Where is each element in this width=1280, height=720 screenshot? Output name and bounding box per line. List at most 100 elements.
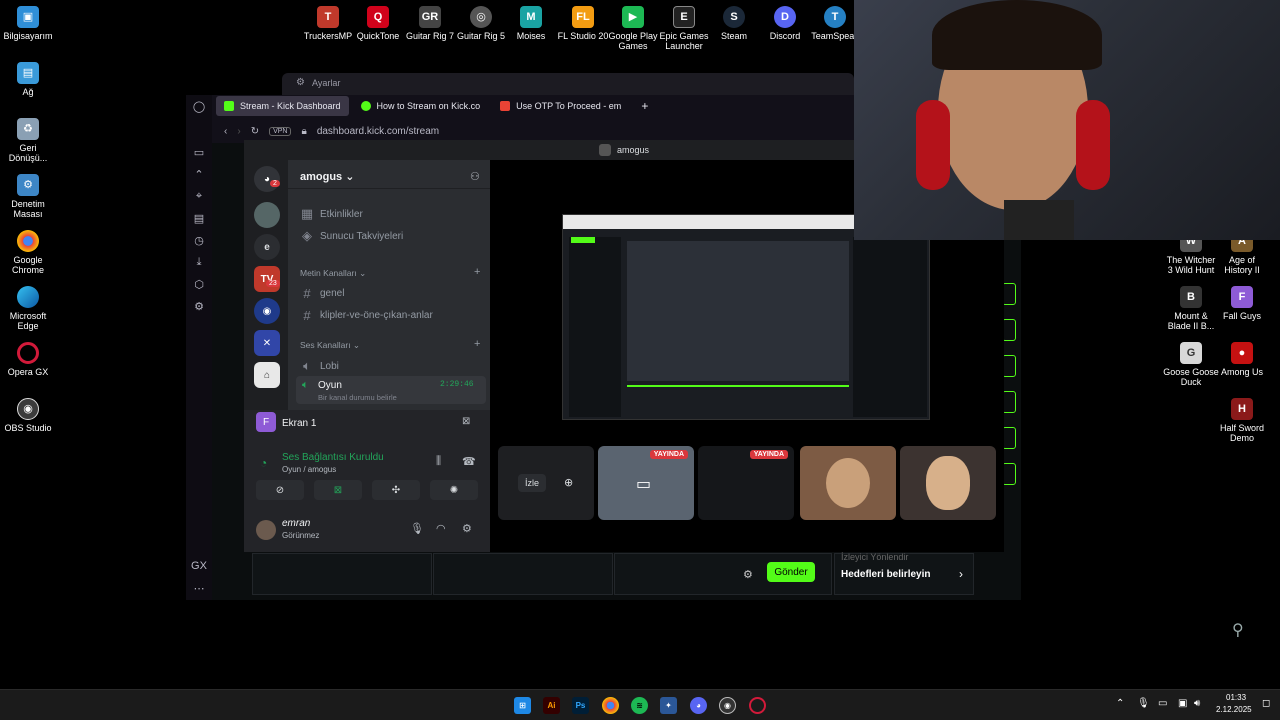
server-tv[interactable]: TV — [254, 266, 280, 292]
voice-channel-lobi[interactable]: 🔈︎ Lobi — [300, 358, 339, 374]
desktop-icon-epic[interactable]: E Epic Games Launcher — [656, 6, 712, 52]
screen-share-button[interactable]: ⊠ — [314, 480, 362, 500]
tile-participant-2[interactable] — [900, 446, 996, 520]
microphone-icon[interactable]: 🎙︎ — [410, 522, 424, 535]
desktop-icon-bannerlord[interactable]: B Mount & Blade II B... — [1163, 286, 1219, 332]
server-w[interactable]: ✕ — [254, 330, 280, 356]
server-white[interactable]: ⌂ — [254, 362, 280, 388]
invite-icon[interactable]: ⚇ — [470, 170, 480, 183]
activities-button[interactable]: ✣ — [372, 480, 420, 500]
server-e[interactable]: e — [254, 234, 280, 260]
desktop-icon-fall-guys[interactable]: F Fall Guys — [1214, 286, 1270, 321]
desktop-icon-moises[interactable]: M Moises — [505, 6, 557, 41]
desktop-icon-quicktone[interactable]: Q QuickTone — [352, 6, 404, 41]
pin-icon[interactable]: ⌖ — [186, 185, 212, 207]
desktop-icon-discord[interactable]: D Discord — [759, 6, 811, 41]
windows-start-icon[interactable]: ⊞ — [514, 697, 531, 714]
url-field[interactable]: dashboard.kick.com/stream — [317, 126, 439, 137]
chrome-icon[interactable] — [602, 697, 619, 714]
soundboard-button[interactable]: ✺ — [430, 480, 478, 500]
download-icon[interactable]: ⤓ — [186, 251, 212, 273]
discord-home-icon[interactable]: ◕ — [254, 166, 280, 192]
channel-genel[interactable]: # genel — [300, 286, 344, 301]
watch-button[interactable]: İzle — [518, 474, 546, 492]
extensions-icon[interactable]: ⬡ — [186, 273, 212, 295]
zoom-icon[interactable]: ⊕ — [564, 476, 573, 489]
more-icon[interactable]: ⋯ — [186, 577, 212, 599]
soundwave-icon[interactable]: ⫼ — [436, 455, 441, 468]
server-name[interactable]: amogus ⌄ — [300, 170, 354, 183]
boosts-item[interactable]: ◈ Sunucu Takviyeleri — [300, 228, 403, 244]
magnifier-icon[interactable]: ⚲ — [1232, 620, 1244, 640]
desktop-icon-fl-studio[interactable]: FL FL Studio 20 — [555, 6, 611, 41]
tool-button[interactable] — [1002, 355, 1016, 377]
obs-icon[interactable]: ◉ — [719, 697, 736, 714]
send-button[interactable]: Gönder — [767, 562, 815, 582]
server-avatar[interactable] — [254, 202, 280, 228]
desktop-icon-half-sword[interactable]: H Half Sword Demo — [1214, 398, 1270, 444]
tab-kick-dashboard[interactable]: Stream - Kick Dashboard — [216, 96, 349, 116]
vpn-icon[interactable]: ✦ — [660, 697, 677, 714]
tab-how-to-stream[interactable]: How to Stream on Kick.co — [353, 96, 489, 116]
tile-participant-1[interactable] — [800, 446, 896, 520]
tool-button[interactable] — [1002, 463, 1016, 485]
desktop-icon-steam[interactable]: S Steam — [708, 6, 760, 41]
stop-share-icon[interactable]: ⊠ — [462, 416, 470, 427]
voice-channel-path[interactable]: Oyun / amogus — [282, 465, 336, 474]
desktop-icon-goose-goose-duck[interactable]: G Goose Goose Duck — [1163, 342, 1219, 388]
text-category[interactable]: Metin Kanalları ⌄ — [300, 268, 366, 279]
gx-corner-icon[interactable]: ⌃ — [186, 163, 212, 185]
desktop-icon-guitar-rig-7[interactable]: GR Guitar Rig 7 — [404, 6, 456, 41]
microphone-icon[interactable]: 🎙︎ — [1137, 698, 1150, 709]
drive-icon[interactable]: ▭ — [1158, 698, 1167, 709]
tool-button[interactable] — [1002, 319, 1016, 341]
reload-icon[interactable]: ↻ — [251, 126, 259, 137]
desktop-icon-bilgisayarim[interactable]: ▣ Bilgisayarım — [0, 6, 56, 41]
photoshop-icon[interactable]: Ps — [572, 697, 589, 714]
desktop-icon-recycle[interactable]: ♻ Geri Dönüşü... — [0, 118, 56, 164]
voice-channel-oyun[interactable]: 🔈︎ Oyun 2:29:46 Bir kanal durumu belirle — [296, 376, 486, 404]
user-settings-icon[interactable]: ⚙ — [462, 522, 472, 535]
new-tab-button[interactable]: + — [633, 96, 656, 116]
volume-icon[interactable]: 🔊︎ — [1194, 698, 1200, 709]
opera-logo-icon[interactable]: ◯ — [186, 95, 212, 117]
tab-otp[interactable]: Use OTP To Proceed - em — [492, 96, 629, 116]
spotify-icon[interactable]: ≋ — [631, 697, 648, 714]
history-icon[interactable]: ◷ — [186, 229, 212, 251]
desktop-icon-ag[interactable]: ▤ Ağ — [0, 62, 56, 97]
tool-button[interactable] — [1002, 283, 1016, 305]
desktop-icon-opera-gx[interactable]: Opera GX — [0, 342, 56, 377]
avatar[interactable] — [256, 520, 276, 540]
add-channel-icon[interactable]: + — [474, 266, 480, 278]
settings-icon[interactable]: ⚙ — [186, 295, 212, 317]
desktop-icon-chrome[interactable]: Google Chrome — [0, 230, 56, 276]
voice-category[interactable]: Ses Kanalları ⌄ — [300, 340, 360, 351]
add-channel-icon[interactable]: + — [474, 338, 480, 350]
forward-icon[interactable]: › — [237, 126, 240, 137]
goals-link[interactable]: Hedefleri belirleyin — [841, 569, 930, 580]
disconnect-icon[interactable]: ☎ — [462, 455, 476, 468]
back-icon[interactable]: ‹ — [224, 126, 227, 137]
tile-stream-3[interactable]: YAYINDA — [698, 446, 794, 520]
tool-button[interactable] — [1002, 391, 1016, 413]
channel-klipler[interactable]: # klipler-ve-öne-çıkan-anlar — [300, 308, 432, 323]
camera-off-button[interactable]: ⊘ — [256, 480, 304, 500]
illustrator-icon[interactable]: Ai — [543, 697, 560, 714]
chat-settings-icon[interactable]: ⚙ — [743, 568, 753, 581]
tray-chevron-icon[interactable]: ⌃ — [1116, 698, 1124, 709]
desktop-icon-guitar-rig-5[interactable]: ◎ Guitar Rig 5 — [455, 6, 507, 41]
notification-icon[interactable]: ◻ — [1262, 698, 1270, 709]
stream-preview[interactable] — [562, 214, 931, 420]
desktop-icon-play-games[interactable]: ▶ Google Play Games — [605, 6, 661, 52]
discord-icon[interactable]: ◕ — [690, 697, 707, 714]
tile-stream-1[interactable]: İzle ⊕ — [498, 446, 594, 520]
desktop-icon-control-panel[interactable]: ⚙ Denetim Masası — [0, 174, 56, 220]
desktop-icon-obs[interactable]: ◉ OBS Studio — [0, 398, 56, 433]
opera-gx-icon[interactable] — [749, 697, 766, 714]
tool-button[interactable] — [1002, 427, 1016, 449]
events-item[interactable]: ▦ Etkinlikler — [300, 206, 363, 222]
settings-window-titlebar[interactable]: Ayarlar ⚙ — [282, 73, 854, 95]
clock-date[interactable]: 2.12.2025 — [1216, 705, 1252, 714]
desktop-icon-edge[interactable]: Microsoft Edge — [0, 286, 56, 332]
vpn-badge[interactable]: VPN — [269, 126, 292, 136]
